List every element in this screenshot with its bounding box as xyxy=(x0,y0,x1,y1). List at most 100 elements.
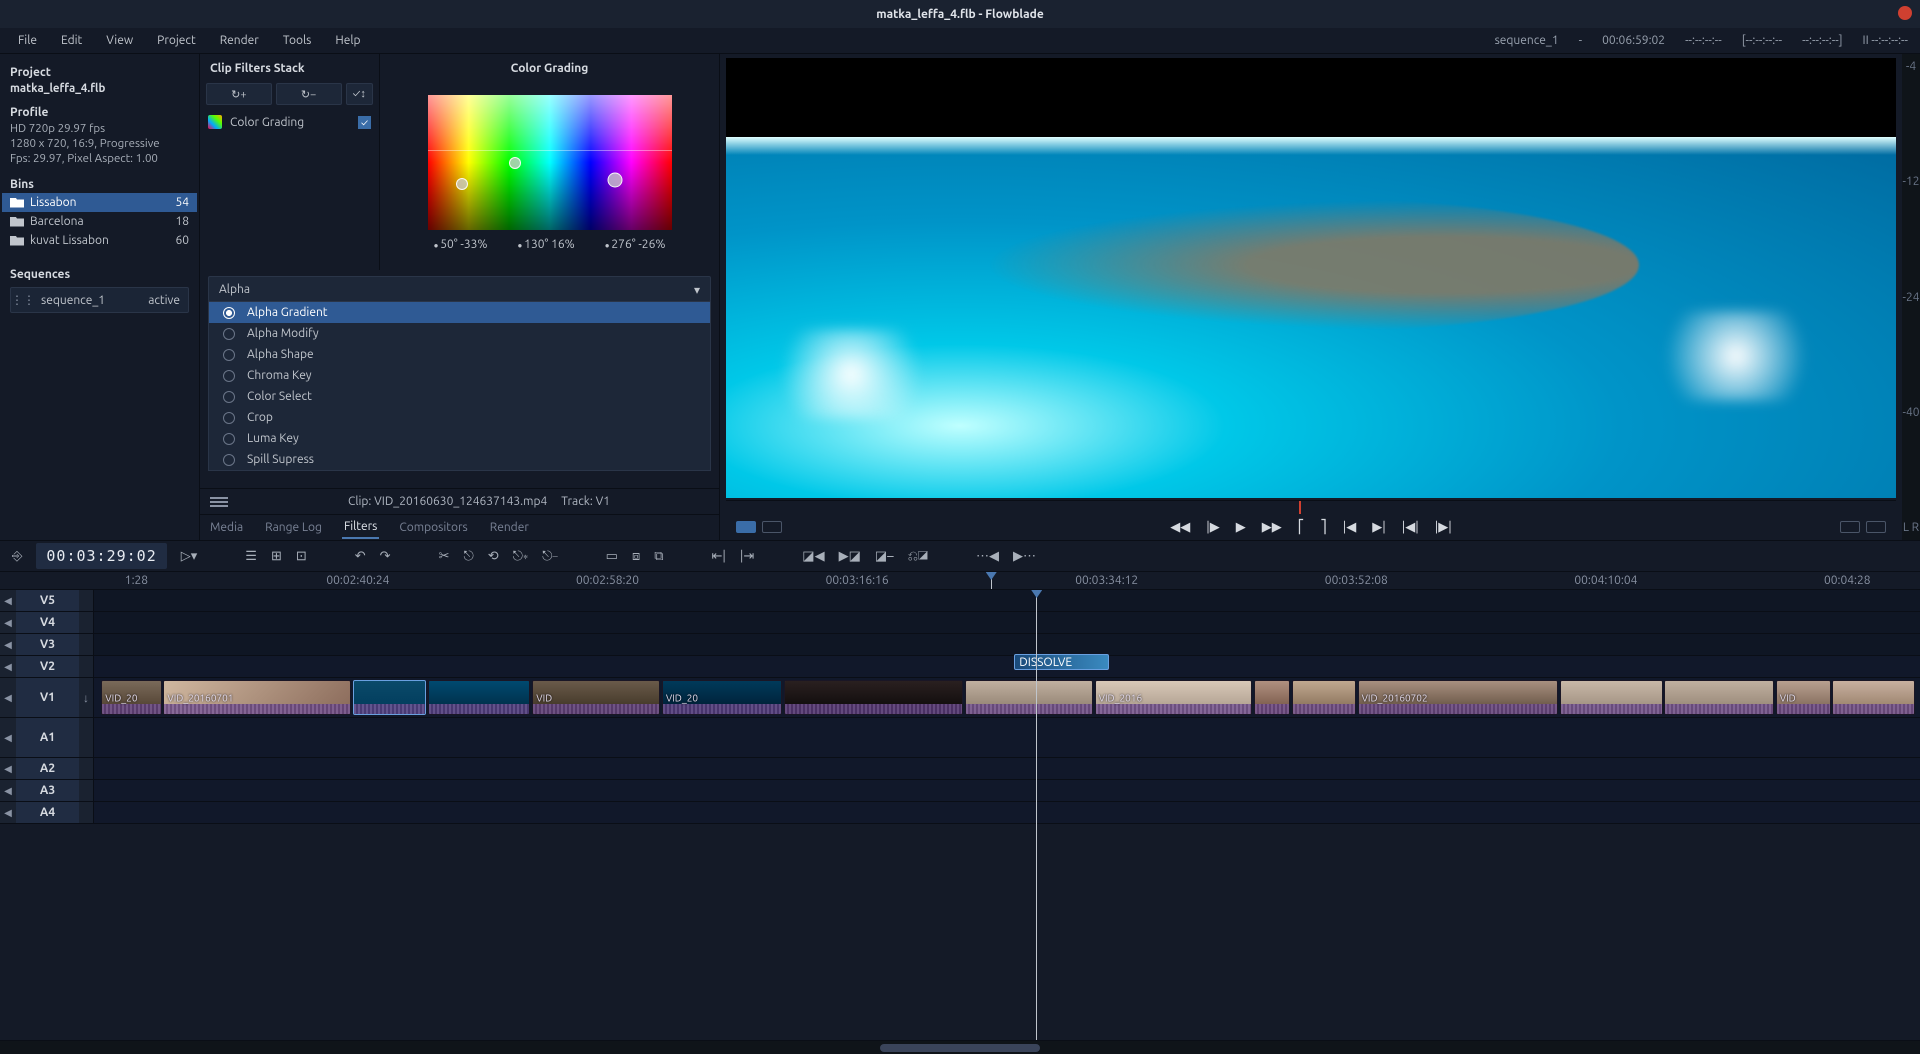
mute-icon[interactable]: ◀ xyxy=(0,661,16,673)
view-toggle-2[interactable] xyxy=(1866,521,1886,533)
color-handle-1[interactable] xyxy=(509,157,521,169)
timeline-clip[interactable] xyxy=(1292,680,1356,715)
timeline-clip[interactable]: VID_2016 xyxy=(1095,680,1252,715)
tool-icon[interactable]: ⎋⎯ xyxy=(540,549,559,564)
timeline-clip[interactable]: VID_20 xyxy=(101,680,161,715)
dropdown-item[interactable]: Crop xyxy=(209,407,710,428)
timeline-clip[interactable] xyxy=(1664,680,1774,715)
hamburger-icon[interactable] xyxy=(210,497,228,507)
sequence-row[interactable]: ⋮⋮ sequence_1 active xyxy=(10,287,189,313)
filter-stack-item[interactable]: Color Grading ✓ xyxy=(200,111,379,133)
drag-handle-icon[interactable]: ⋮⋮ xyxy=(11,293,35,307)
tool-icon[interactable]: ⊡ xyxy=(294,549,309,564)
tool-icon[interactable]: ⧉ xyxy=(652,549,665,564)
tool-icon[interactable]: ⇤| xyxy=(710,549,728,564)
mute-icon[interactable]: ◀ xyxy=(0,617,16,629)
bin-row[interactable]: Barcelona18 xyxy=(2,212,197,231)
dropdown-item[interactable]: Luma Key xyxy=(209,428,710,449)
tab-render[interactable]: Render xyxy=(488,517,531,538)
filter-enabled-checkbox[interactable]: ✓ xyxy=(358,116,371,129)
goto-out-button[interactable]: ▶| xyxy=(1370,520,1388,535)
forward-button[interactable]: ▶▶ xyxy=(1260,520,1284,535)
tool-icon[interactable]: ▶◪ xyxy=(837,549,863,564)
rewind-button[interactable]: ◀◀ xyxy=(1168,520,1192,535)
dropdown-item[interactable]: Color Select xyxy=(209,386,710,407)
track-body[interactable]: DISSOLVE xyxy=(94,656,1920,677)
menu-view[interactable]: View xyxy=(96,31,143,50)
tool-icon[interactable]: ▭ xyxy=(604,549,620,564)
horizontal-scrollbar[interactable] xyxy=(0,1040,1920,1054)
view-toggle-1[interactable] xyxy=(1840,521,1860,533)
mute-icon[interactable]: ◀ xyxy=(0,639,16,651)
tool-icon[interactable]: ⧈ xyxy=(630,549,642,564)
cut-icon[interactable]: ✂ xyxy=(437,549,452,564)
mark-out-button[interactable]: ⎤ xyxy=(1318,520,1329,535)
menu-help[interactable]: Help xyxy=(325,31,370,50)
tool-icon[interactable]: ⊞ xyxy=(269,549,284,564)
add-filter-button[interactable]: ↻+ xyxy=(206,83,272,105)
tool-icon[interactable]: ▶⋯ xyxy=(1011,549,1038,564)
tab-media[interactable]: Media xyxy=(208,517,245,538)
dropdown-item[interactable]: Spill Supress xyxy=(209,449,710,470)
playhead[interactable] xyxy=(991,572,992,589)
mute-icon[interactable]: ◀ xyxy=(0,732,16,744)
track-body[interactable] xyxy=(94,590,1920,611)
dissolve-clip[interactable]: DISSOLVE xyxy=(1014,654,1109,670)
track-body[interactable]: VID_20VID_20160701VIDVID_20VID_2016VID_2… xyxy=(94,678,1920,717)
goto-end-button[interactable]: |▶| xyxy=(1433,520,1454,535)
tool-icon[interactable]: ⎌◪ xyxy=(906,549,930,564)
timeline-clip[interactable]: VID_20160701 xyxy=(163,680,351,715)
step-back-button[interactable]: |▶ xyxy=(1204,520,1222,535)
tool-icon[interactable]: |⇥ xyxy=(738,549,756,564)
color-handle-3[interactable] xyxy=(608,173,623,188)
goto-start-button[interactable]: |◀| xyxy=(1400,520,1421,535)
bin-row[interactable]: Lissabon54 xyxy=(2,193,197,212)
redo-icon[interactable]: ↷ xyxy=(378,549,393,564)
toggle-filter-button[interactable]: ✓↕ xyxy=(346,83,374,105)
tool-icon[interactable]: ◪◀ xyxy=(800,549,826,564)
timeline-clip[interactable] xyxy=(428,680,530,715)
timeline-clip[interactable]: VID_20 xyxy=(662,680,783,715)
split-icon[interactable]: ⎋ xyxy=(461,549,475,564)
dropdown-item[interactable]: Chroma Key xyxy=(209,365,710,386)
dropdown-button[interactable]: Alpha xyxy=(208,276,711,302)
track-body[interactable] xyxy=(94,780,1920,801)
mark-in-button[interactable]: ⎡ xyxy=(1296,520,1307,535)
tool-icon[interactable]: ⋯◀ xyxy=(974,549,1001,564)
mode-toggle-2[interactable] xyxy=(762,521,782,533)
bin-row[interactable]: kuvat Lissabon60 xyxy=(2,231,197,250)
close-icon[interactable] xyxy=(1898,6,1912,20)
menu-edit[interactable]: Edit xyxy=(51,31,92,50)
tool-icon[interactable]: ◪⎯ xyxy=(873,549,896,564)
tab-compositors[interactable]: Compositors xyxy=(397,517,469,538)
color-handle-2[interactable] xyxy=(456,178,468,190)
scrollbar-thumb[interactable] xyxy=(880,1044,1040,1052)
tab-rangelog[interactable]: Range Log xyxy=(263,517,324,538)
pointer-tool-icon[interactable]: ▷▾ xyxy=(179,549,200,564)
menu-render[interactable]: Render xyxy=(210,31,269,50)
track-body[interactable] xyxy=(94,612,1920,633)
dropdown-item[interactable]: Alpha Shape xyxy=(209,344,710,365)
timeline-ruler[interactable]: 1:2800:02:40:2400:02:58:2000:03:16:1600:… xyxy=(0,572,1920,590)
menu-tools[interactable]: Tools xyxy=(273,31,322,50)
tab-filters[interactable]: Filters xyxy=(342,516,379,539)
timecode-display[interactable]: 00:03:29:02 xyxy=(36,543,166,569)
track-body[interactable] xyxy=(94,634,1920,655)
monitor-scrubber[interactable] xyxy=(726,500,1896,514)
tool-icon[interactable]: ⎋∗ xyxy=(511,549,530,564)
menu-file[interactable]: File xyxy=(8,31,47,50)
color-spectrum[interactable] xyxy=(428,95,672,230)
tool-icon[interactable]: ☰ xyxy=(243,549,259,564)
sync-icon[interactable]: ⟲ xyxy=(486,549,501,564)
track-body[interactable] xyxy=(94,718,1920,757)
dropdown-item[interactable]: Alpha Gradient xyxy=(209,302,710,323)
timeline-clip[interactable] xyxy=(1560,680,1662,715)
collapse-icon[interactable]: ↓ xyxy=(79,691,93,705)
track-body[interactable] xyxy=(94,802,1920,823)
timeline-clip[interactable] xyxy=(784,680,963,715)
mute-icon[interactable]: ◀ xyxy=(0,692,16,704)
tool-menu-icon[interactable]: ⎆ xyxy=(10,549,24,564)
timeline-clip[interactable] xyxy=(1832,680,1914,715)
timeline-clip[interactable]: VID_20160702 xyxy=(1358,680,1559,715)
remove-filter-button[interactable]: ↻− xyxy=(276,83,342,105)
